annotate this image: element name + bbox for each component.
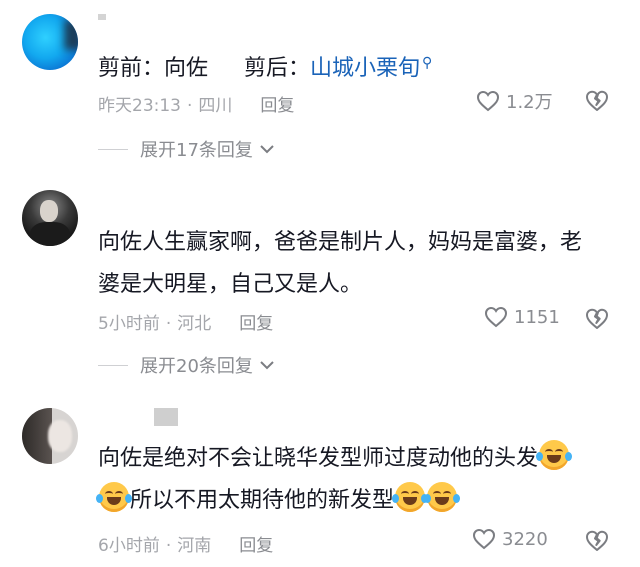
comment-text-line2: 所以不用太期待他的新发型	[96, 482, 461, 520]
heart-icon	[484, 306, 508, 328]
reply-button[interactable]: 回复	[260, 96, 294, 116]
comment-text: 剪前：向佐 剪后：山城小栗旬 ⚲	[98, 55, 433, 81]
avatar[interactable]	[22, 14, 78, 70]
reply-button[interactable]: 回复	[239, 314, 273, 334]
crying-laughing-emoji-icon	[536, 440, 573, 470]
chevron-down-icon	[260, 361, 274, 370]
crying-laughing-emoji-icon	[96, 482, 132, 512]
broken-heart-icon	[586, 308, 608, 329]
comment-text: 向佐是绝对不会让晓华发型师过度动他的头发	[98, 440, 573, 478]
comment-meta: 昨天23:13 · 四川 回复	[98, 96, 295, 116]
comment-meta: 6小时前 · 河南 回复	[98, 536, 274, 556]
broken-heart-icon	[586, 90, 608, 111]
heart-icon	[476, 90, 500, 112]
chevron-down-icon	[260, 145, 274, 154]
like-button[interactable]: 1.2万	[476, 88, 553, 114]
crying-laughing-emoji-icon	[424, 482, 461, 512]
comment-text-line2: 婆是大明星，自己又是人。	[98, 272, 363, 297]
divider	[98, 148, 128, 150]
crying-laughing-emoji-icon	[392, 482, 429, 512]
comment-text: 向佐人生赢家啊，爸爸是制片人，妈妈是富婆，老	[98, 230, 583, 255]
search-link[interactable]: 山城小栗旬	[310, 56, 420, 81]
search-icon[interactable]: ⚲	[422, 55, 432, 71]
dislike-button[interactable]	[584, 529, 610, 557]
username-redacted	[154, 408, 178, 426]
avatar[interactable]	[22, 408, 78, 464]
like-button[interactable]: 1151	[484, 306, 560, 328]
dislike-button[interactable]	[584, 307, 610, 335]
comment-meta: 5小时前 · 河北 回复	[98, 314, 274, 334]
avatar[interactable]	[22, 190, 78, 246]
dislike-button[interactable]	[584, 89, 610, 117]
heart-icon	[472, 528, 496, 550]
username-redacted	[98, 14, 106, 20]
expand-replies-button[interactable]: 展开20条回复	[98, 352, 275, 378]
expand-replies-button[interactable]: 展开17条回复	[98, 136, 275, 162]
reply-button[interactable]: 回复	[239, 536, 273, 556]
like-button[interactable]: 3220	[472, 528, 548, 550]
divider	[98, 364, 128, 366]
broken-heart-icon	[586, 530, 608, 551]
